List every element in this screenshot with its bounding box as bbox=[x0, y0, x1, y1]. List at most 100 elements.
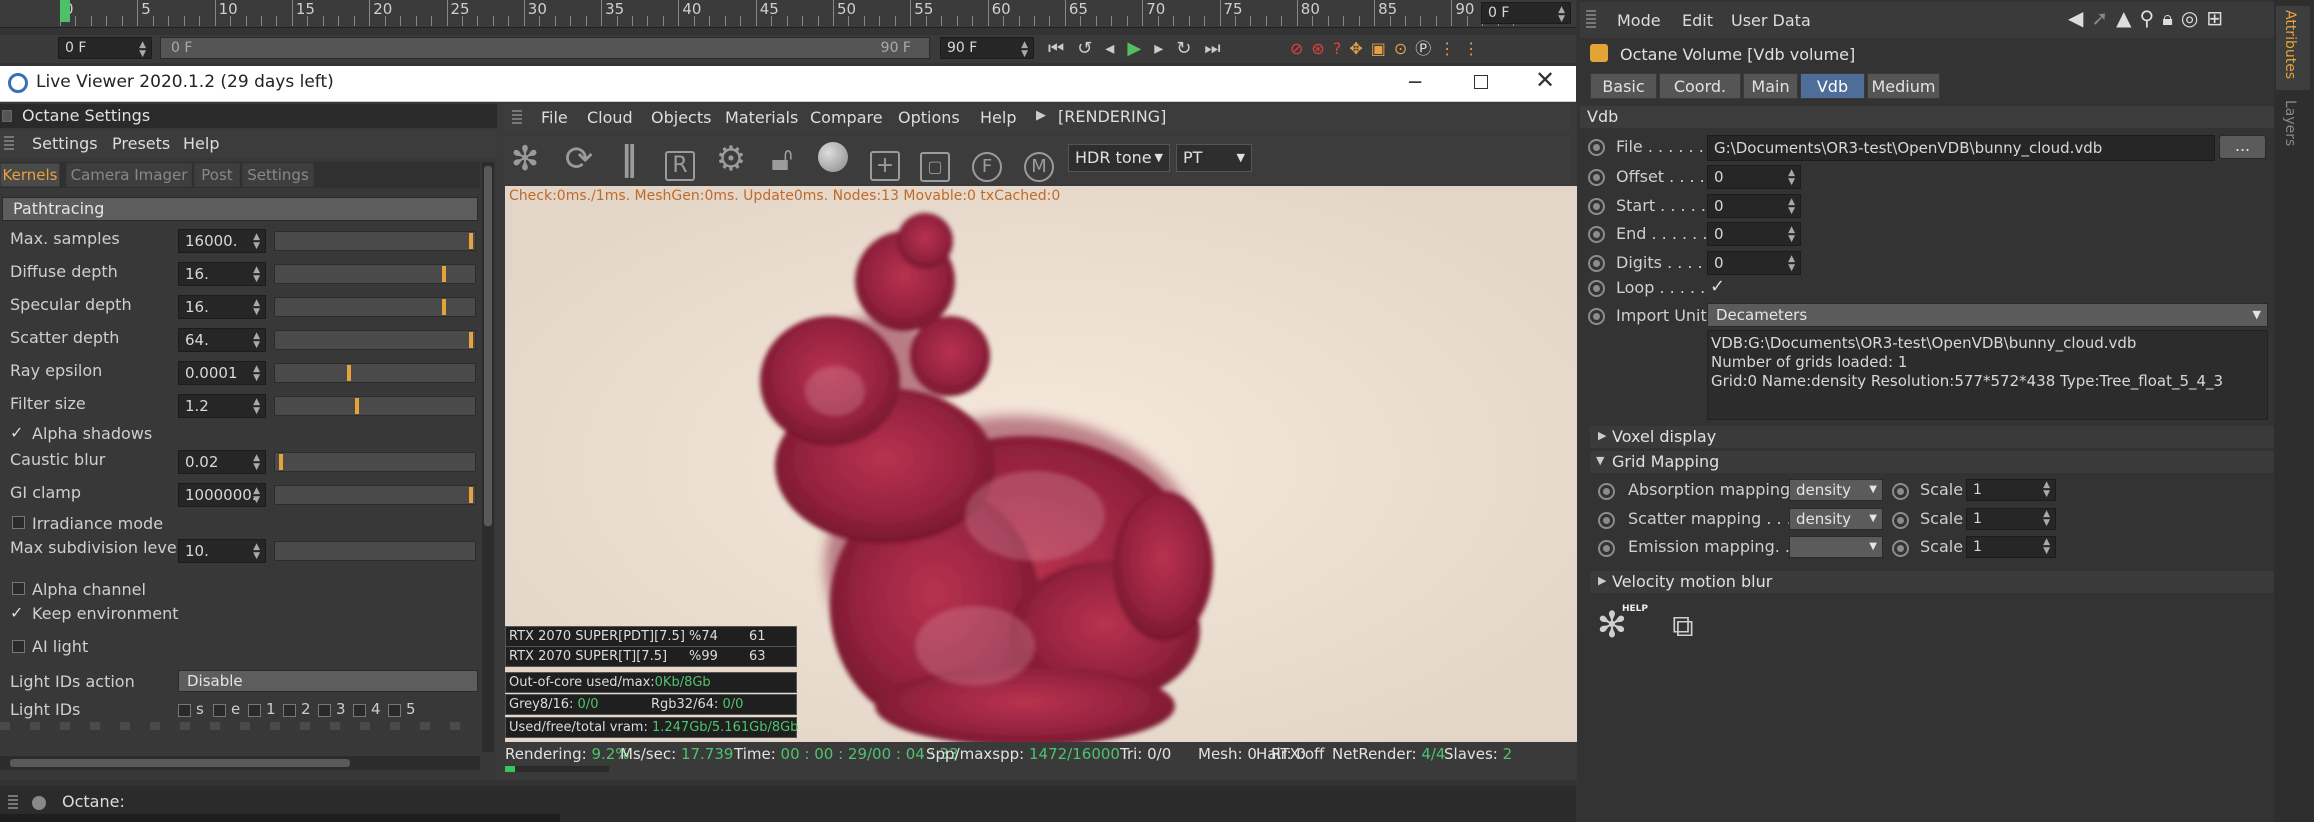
viewer-menu-item[interactable]: Compare bbox=[810, 108, 883, 127]
slider-handle[interactable] bbox=[469, 233, 473, 249]
slider-handle[interactable] bbox=[279, 454, 283, 470]
voxel-display-header[interactable]: ▶ Voxel display bbox=[1590, 426, 2274, 448]
param-slider[interactable] bbox=[274, 330, 476, 350]
param-slider[interactable] bbox=[274, 452, 476, 472]
param-value-field[interactable]: 1000000. ▲ ▼ bbox=[178, 483, 266, 507]
tab-camera-imager[interactable]: Camera Imager bbox=[66, 163, 192, 187]
spinner-icon[interactable]: ▲ ▼ bbox=[253, 454, 260, 472]
node-editor-icon[interactable]: ⧉ bbox=[1664, 608, 1702, 646]
spinner-icon[interactable]: ▲ ▼ bbox=[2043, 509, 2050, 528]
material-sphere-icon[interactable] bbox=[814, 142, 852, 180]
octane-logo-icon[interactable]: ✻ bbox=[506, 140, 544, 178]
attr-tab[interactable]: Basic bbox=[1590, 73, 1657, 99]
max-subdiv-field[interactable]: 10. ▲ ▼ bbox=[178, 539, 266, 563]
lock-icon[interactable]: 🔒︎ bbox=[2162, 6, 2181, 30]
field-anim-radio[interactable] bbox=[1588, 197, 1605, 215]
loop-anim-radio[interactable] bbox=[1588, 280, 1605, 297]
restart-render-icon[interactable]: ⟳ bbox=[560, 140, 598, 178]
close-button[interactable]: ✕ bbox=[1530, 66, 1560, 96]
viewer-menu-item[interactable]: Options bbox=[898, 108, 960, 127]
attr-menu-user-data[interactable]: User Data bbox=[1731, 11, 1811, 30]
grid-mapping-header[interactable]: ▼ Grid Mapping bbox=[1590, 451, 2274, 473]
go-end-icon[interactable]: ⏭ bbox=[1204, 38, 1233, 59]
timeline-ruler[interactable]: 051015202530354045505560657075808590 bbox=[60, 0, 1515, 26]
key-help-icon[interactable]: ? bbox=[1333, 39, 1350, 58]
param-key-icon[interactable]: Ⓟ bbox=[1415, 39, 1439, 58]
grid-key-icon[interactable]: ⋮⋮ bbox=[1439, 39, 1487, 58]
target-icon[interactable]: ◎ bbox=[2181, 6, 2206, 30]
light-id-checkbox[interactable] bbox=[318, 704, 331, 717]
record-icon[interactable]: ⊘ bbox=[1290, 39, 1311, 58]
next-frame-icon[interactable]: ▸ bbox=[1154, 38, 1176, 59]
settings-menu-settings[interactable]: Settings bbox=[32, 134, 98, 153]
minimize-button[interactable]: ─ bbox=[1400, 70, 1430, 96]
viewer-menu-item[interactable]: Objects bbox=[651, 108, 711, 127]
light-id-checkbox[interactable] bbox=[388, 704, 401, 717]
max-subdiv-slider[interactable] bbox=[274, 541, 476, 561]
settings-vscrollbar[interactable] bbox=[482, 162, 494, 752]
go-start-icon[interactable]: ⏮ bbox=[1048, 38, 1077, 59]
end-frame-field[interactable]: 90 F ▲ ▼ bbox=[940, 37, 1034, 59]
attr-tab[interactable]: Main bbox=[1743, 73, 1798, 99]
scale-field[interactable]: 1 ▲ ▼ bbox=[1966, 536, 2056, 558]
param-value-field[interactable]: 16. ▲ ▼ bbox=[178, 295, 266, 319]
spinner-icon[interactable]: ▲ ▼ bbox=[253, 332, 260, 350]
ai-light-checkbox[interactable] bbox=[12, 640, 25, 653]
attr-menu-edit[interactable]: Edit bbox=[1682, 11, 1713, 30]
slider-handle[interactable] bbox=[442, 266, 446, 282]
vdb-field-input[interactable]: 0 ▲ ▼ bbox=[1707, 222, 1801, 246]
param-value-field[interactable]: 1.2 ▲ ▼ bbox=[178, 394, 266, 418]
param-slider[interactable] bbox=[274, 231, 476, 251]
alpha-channel-checkbox[interactable] bbox=[12, 582, 25, 595]
light-ids-action-dropdown[interactable]: Disable bbox=[178, 670, 478, 692]
param-slider[interactable] bbox=[274, 485, 476, 505]
scale-anim-radio[interactable] bbox=[1892, 483, 1909, 500]
tab-post[interactable]: Post bbox=[194, 163, 240, 187]
spinner-icon[interactable]: ▲ ▼ bbox=[1788, 226, 1795, 244]
attr-tab[interactable]: Medium bbox=[1867, 73, 1940, 99]
vdb-field-input[interactable]: 0 ▲ ▼ bbox=[1707, 193, 1801, 218]
settings-gear-icon[interactable]: ⚙ bbox=[712, 140, 750, 178]
tab-kernels[interactable]: Kernels bbox=[0, 163, 60, 187]
param-value-field[interactable]: 0.02 ▲ ▼ bbox=[178, 450, 266, 474]
spinner-icon[interactable]: ▲ ▼ bbox=[253, 365, 260, 383]
scale-anim-radio[interactable] bbox=[1892, 540, 1909, 557]
add-panel-icon[interactable]: ⊞ bbox=[2206, 6, 2231, 30]
field-anim-radio[interactable] bbox=[1588, 254, 1605, 272]
tab-settings[interactable]: Settings bbox=[242, 163, 314, 187]
focus-picker-icon[interactable]: F bbox=[968, 142, 1006, 182]
spinner-icon[interactable]: ▲ ▼ bbox=[2043, 481, 2050, 499]
region-render-icon[interactable]: R bbox=[661, 142, 699, 181]
attr-tab[interactable]: Vdb bbox=[1800, 73, 1865, 99]
search-icon[interactable]: ⚲ bbox=[2140, 6, 2163, 30]
param-slider[interactable] bbox=[274, 363, 476, 383]
slider-handle[interactable] bbox=[442, 299, 446, 315]
slider-handle[interactable] bbox=[355, 398, 359, 414]
slider-handle[interactable] bbox=[469, 487, 473, 503]
viewer-menu-item[interactable]: File bbox=[541, 108, 568, 127]
tone-dropdown[interactable]: HDR tone ▼ bbox=[1068, 144, 1170, 172]
timeline-playhead[interactable] bbox=[60, 0, 70, 22]
param-value-field[interactable]: 0.0001 ▲ ▼ bbox=[178, 361, 266, 385]
keep-environment-checkbox[interactable]: ✓ bbox=[10, 605, 23, 621]
spinner-icon[interactable]: ▲ ▼ bbox=[1788, 169, 1795, 187]
maximize-button[interactable] bbox=[1466, 70, 1496, 96]
scale-field[interactable]: 1 ▲ ▼ bbox=[1966, 507, 2056, 530]
pause-icon[interactable]: ‖ bbox=[610, 140, 648, 178]
file-anim-radio[interactable] bbox=[1588, 139, 1605, 156]
browse-button[interactable]: ... bbox=[2219, 135, 2266, 159]
lock-icon[interactable]: 🔓︎ bbox=[763, 140, 801, 178]
light-id-checkbox[interactable] bbox=[213, 704, 226, 717]
up-arrow-icon[interactable]: ▲ bbox=[2116, 6, 2139, 30]
prev-key-icon[interactable]: ↺ bbox=[1077, 38, 1105, 59]
attr-tab[interactable]: Coord. bbox=[1659, 73, 1741, 99]
velocity-blur-header[interactable]: ▶ Velocity motion blur bbox=[1590, 571, 2274, 593]
scale-field[interactable]: 1 ▲ ▼ bbox=[1966, 479, 2056, 501]
irradiance-mode-checkbox[interactable] bbox=[12, 516, 25, 529]
kernel-dropdown[interactable]: Pathtracing bbox=[2, 197, 478, 221]
spinner-icon[interactable]: ▲ ▼ bbox=[1788, 197, 1795, 216]
next-key-icon[interactable]: ↻ bbox=[1176, 38, 1204, 59]
side-tab-attributes[interactable]: Attributes bbox=[2276, 6, 2310, 90]
spinner-icon[interactable]: ▲ ▼ bbox=[253, 299, 260, 317]
mapping-anim-radio[interactable] bbox=[1598, 483, 1615, 500]
